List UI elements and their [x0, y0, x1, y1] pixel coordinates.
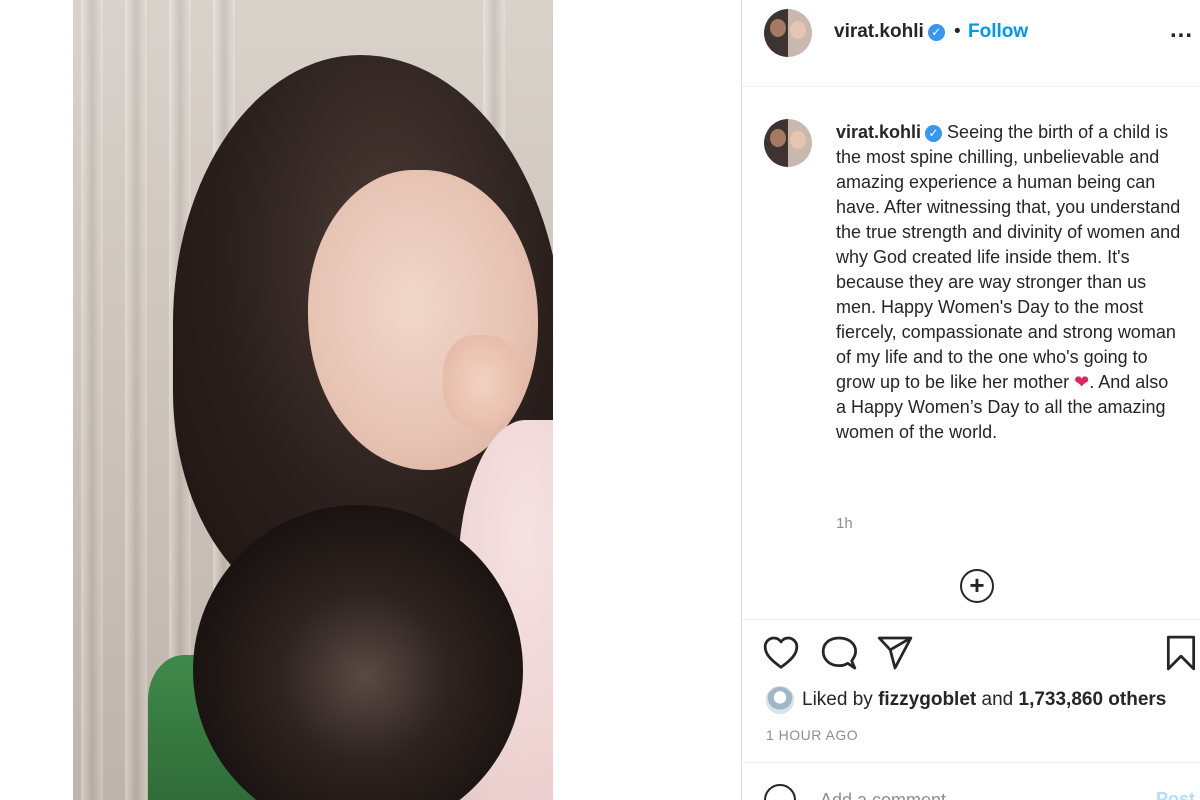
load-more-comments-icon[interactable]: +	[960, 569, 994, 603]
caption-username[interactable]: virat.kohli	[836, 122, 921, 142]
comment-divider	[742, 762, 1200, 763]
header-separator: •	[954, 21, 961, 42]
actions-divider	[742, 619, 1200, 620]
more-options-icon[interactable]: ...	[1170, 16, 1193, 44]
caption-author-avatar[interactable]	[764, 119, 812, 167]
post-comment-button[interactable]: Post	[1156, 789, 1195, 800]
comment-icon[interactable]	[820, 634, 858, 672]
liker-username[interactable]: fizzygoblet	[878, 689, 976, 710]
curtain-fold	[81, 0, 103, 800]
caption-timestamp[interactable]: 1h	[836, 515, 853, 532]
post-media-pane	[0, 0, 741, 800]
curtain-fold	[125, 0, 147, 800]
heart-icon[interactable]	[762, 634, 800, 672]
bookmark-icon[interactable]	[1162, 634, 1200, 672]
paper-plane-icon[interactable]	[876, 634, 914, 672]
post-sidebar: virat.kohli ✓ • Follow ... virat.kohli ✓ S…	[742, 0, 1200, 800]
author-avatar[interactable]	[764, 9, 812, 57]
post-caption: virat.kohli ✓ Seeing the birth of a child…	[836, 120, 1181, 445]
red-heart-emoji: ❤	[1074, 372, 1090, 392]
author-username[interactable]: virat.kohli ✓	[834, 21, 945, 43]
caption-text: Seeing the birth of a child is the most …	[836, 122, 1181, 392]
author-username-text[interactable]: virat.kohli	[834, 21, 924, 42]
likes-others-count[interactable]: 1,733,860 others	[1019, 689, 1167, 710]
likes-prefix: Liked by	[802, 689, 873, 711]
likes-connector: and	[981, 689, 1014, 711]
verified-badge-icon: ✓	[925, 125, 943, 142]
add-comment-input[interactable]	[820, 788, 1140, 800]
emoji-icon[interactable]	[764, 784, 796, 800]
follow-button[interactable]: Follow	[968, 21, 1028, 43]
post-photo[interactable]	[73, 0, 553, 800]
verified-badge-icon: ✓	[927, 24, 945, 41]
likes-summary: Liked by fizzygoblet and 1,733,860 other…	[766, 686, 1166, 714]
post-timestamp[interactable]: 1 HOUR AGO	[766, 727, 858, 743]
photo-baby-hand	[443, 335, 521, 430]
liker-avatar[interactable]	[766, 686, 794, 714]
post-header: virat.kohli ✓ • Follow ...	[742, 0, 1200, 87]
